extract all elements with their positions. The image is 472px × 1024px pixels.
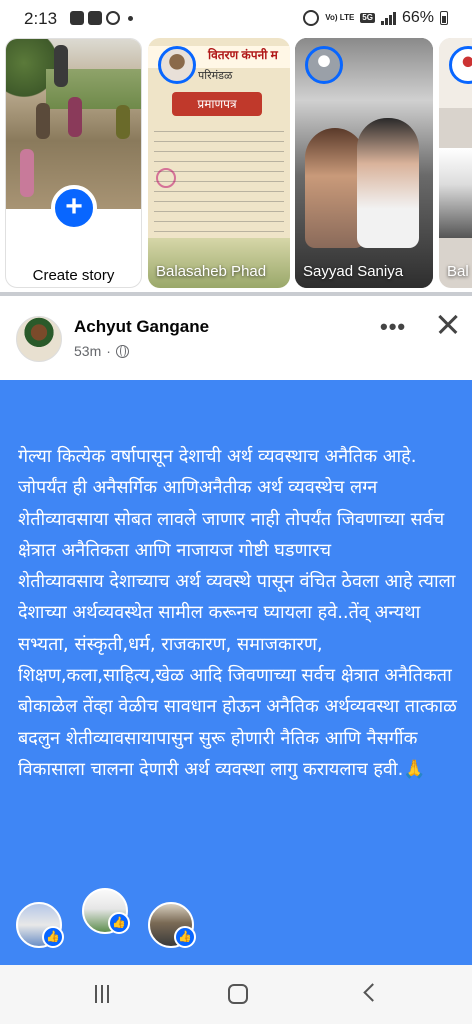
recent-apps-icon[interactable] xyxy=(95,985,109,1003)
network-indicator: 5G xyxy=(360,13,375,23)
certificate-stamp xyxy=(156,168,176,188)
alarm-icon xyxy=(303,10,320,26)
add-story-icon[interactable]: + xyxy=(51,185,97,231)
volte-indicator: Vo) LTE xyxy=(325,13,355,22)
author-name[interactable]: Achyut Gangane xyxy=(74,317,209,337)
close-icon[interactable] xyxy=(432,308,464,340)
certificate-subtitle: परिमंडळ xyxy=(198,70,233,82)
like-icon: 👍 xyxy=(174,926,196,948)
post-body[interactable]: गेल्या कित्येक वर्षापासून देशाची अर्थ व्… xyxy=(0,380,472,965)
story-card[interactable]: Bal xyxy=(439,38,472,288)
signal-icon xyxy=(380,11,396,25)
status-time: 2:13 xyxy=(24,9,58,28)
home-icon[interactable] xyxy=(228,984,248,1004)
battery-percent: 66% xyxy=(401,9,434,26)
system-nav-bar xyxy=(0,965,472,1024)
story-avatar xyxy=(158,46,196,84)
story-avatar xyxy=(305,46,343,84)
meta-separator: · xyxy=(106,343,111,359)
post-text: गेल्या कित्येक वर्षापासून देशाची अर्थ व्… xyxy=(18,446,457,780)
youtube-icon xyxy=(88,11,102,25)
status-bar: 2:13 Vo) LTE 5G 66% xyxy=(0,0,472,36)
more-icon[interactable]: ••• xyxy=(380,316,406,338)
like-icon: 👍 xyxy=(42,926,64,948)
instagram-icon xyxy=(106,11,120,25)
story-card[interactable]: वितरण कंपनी म परिमंडळ प्रमाणपत्र Balasah… xyxy=(148,38,290,288)
post-meta: 53m · xyxy=(74,343,129,359)
story-author-name: Bal xyxy=(447,263,469,280)
image-notification-icon xyxy=(70,11,84,25)
stories-tray[interactable]: + Create story वितरण कंपनी म परिमंडळ प्र… xyxy=(0,34,472,292)
author-avatar[interactable] xyxy=(16,316,62,362)
back-icon[interactable] xyxy=(363,983,382,1002)
create-story-label: Create story xyxy=(32,267,115,284)
story-author-name: Sayyad Saniya xyxy=(303,263,404,280)
notification-icons xyxy=(70,11,133,25)
story-photo-figure xyxy=(357,118,419,248)
story-photo-figure xyxy=(305,128,365,248)
certificate-ribbon: प्रमाणपत्र xyxy=(172,92,262,116)
battery-icon xyxy=(440,11,448,25)
like-icon: 👍 xyxy=(108,912,130,934)
story-author-name: Balasaheb Phad xyxy=(156,263,267,280)
story-photo xyxy=(439,148,472,238)
status-right: Vo) LTE 5G 66% xyxy=(303,9,448,27)
globe-icon xyxy=(115,344,129,358)
create-story-card[interactable]: + Create story xyxy=(5,38,142,288)
story-card[interactable]: Sayyad Saniya xyxy=(295,38,433,288)
more-notifications-dot xyxy=(128,15,133,21)
create-story-photo xyxy=(6,39,141,209)
post-time[interactable]: 53m xyxy=(74,343,101,359)
post-header: Achyut Gangane 53m · ••• xyxy=(0,296,472,380)
